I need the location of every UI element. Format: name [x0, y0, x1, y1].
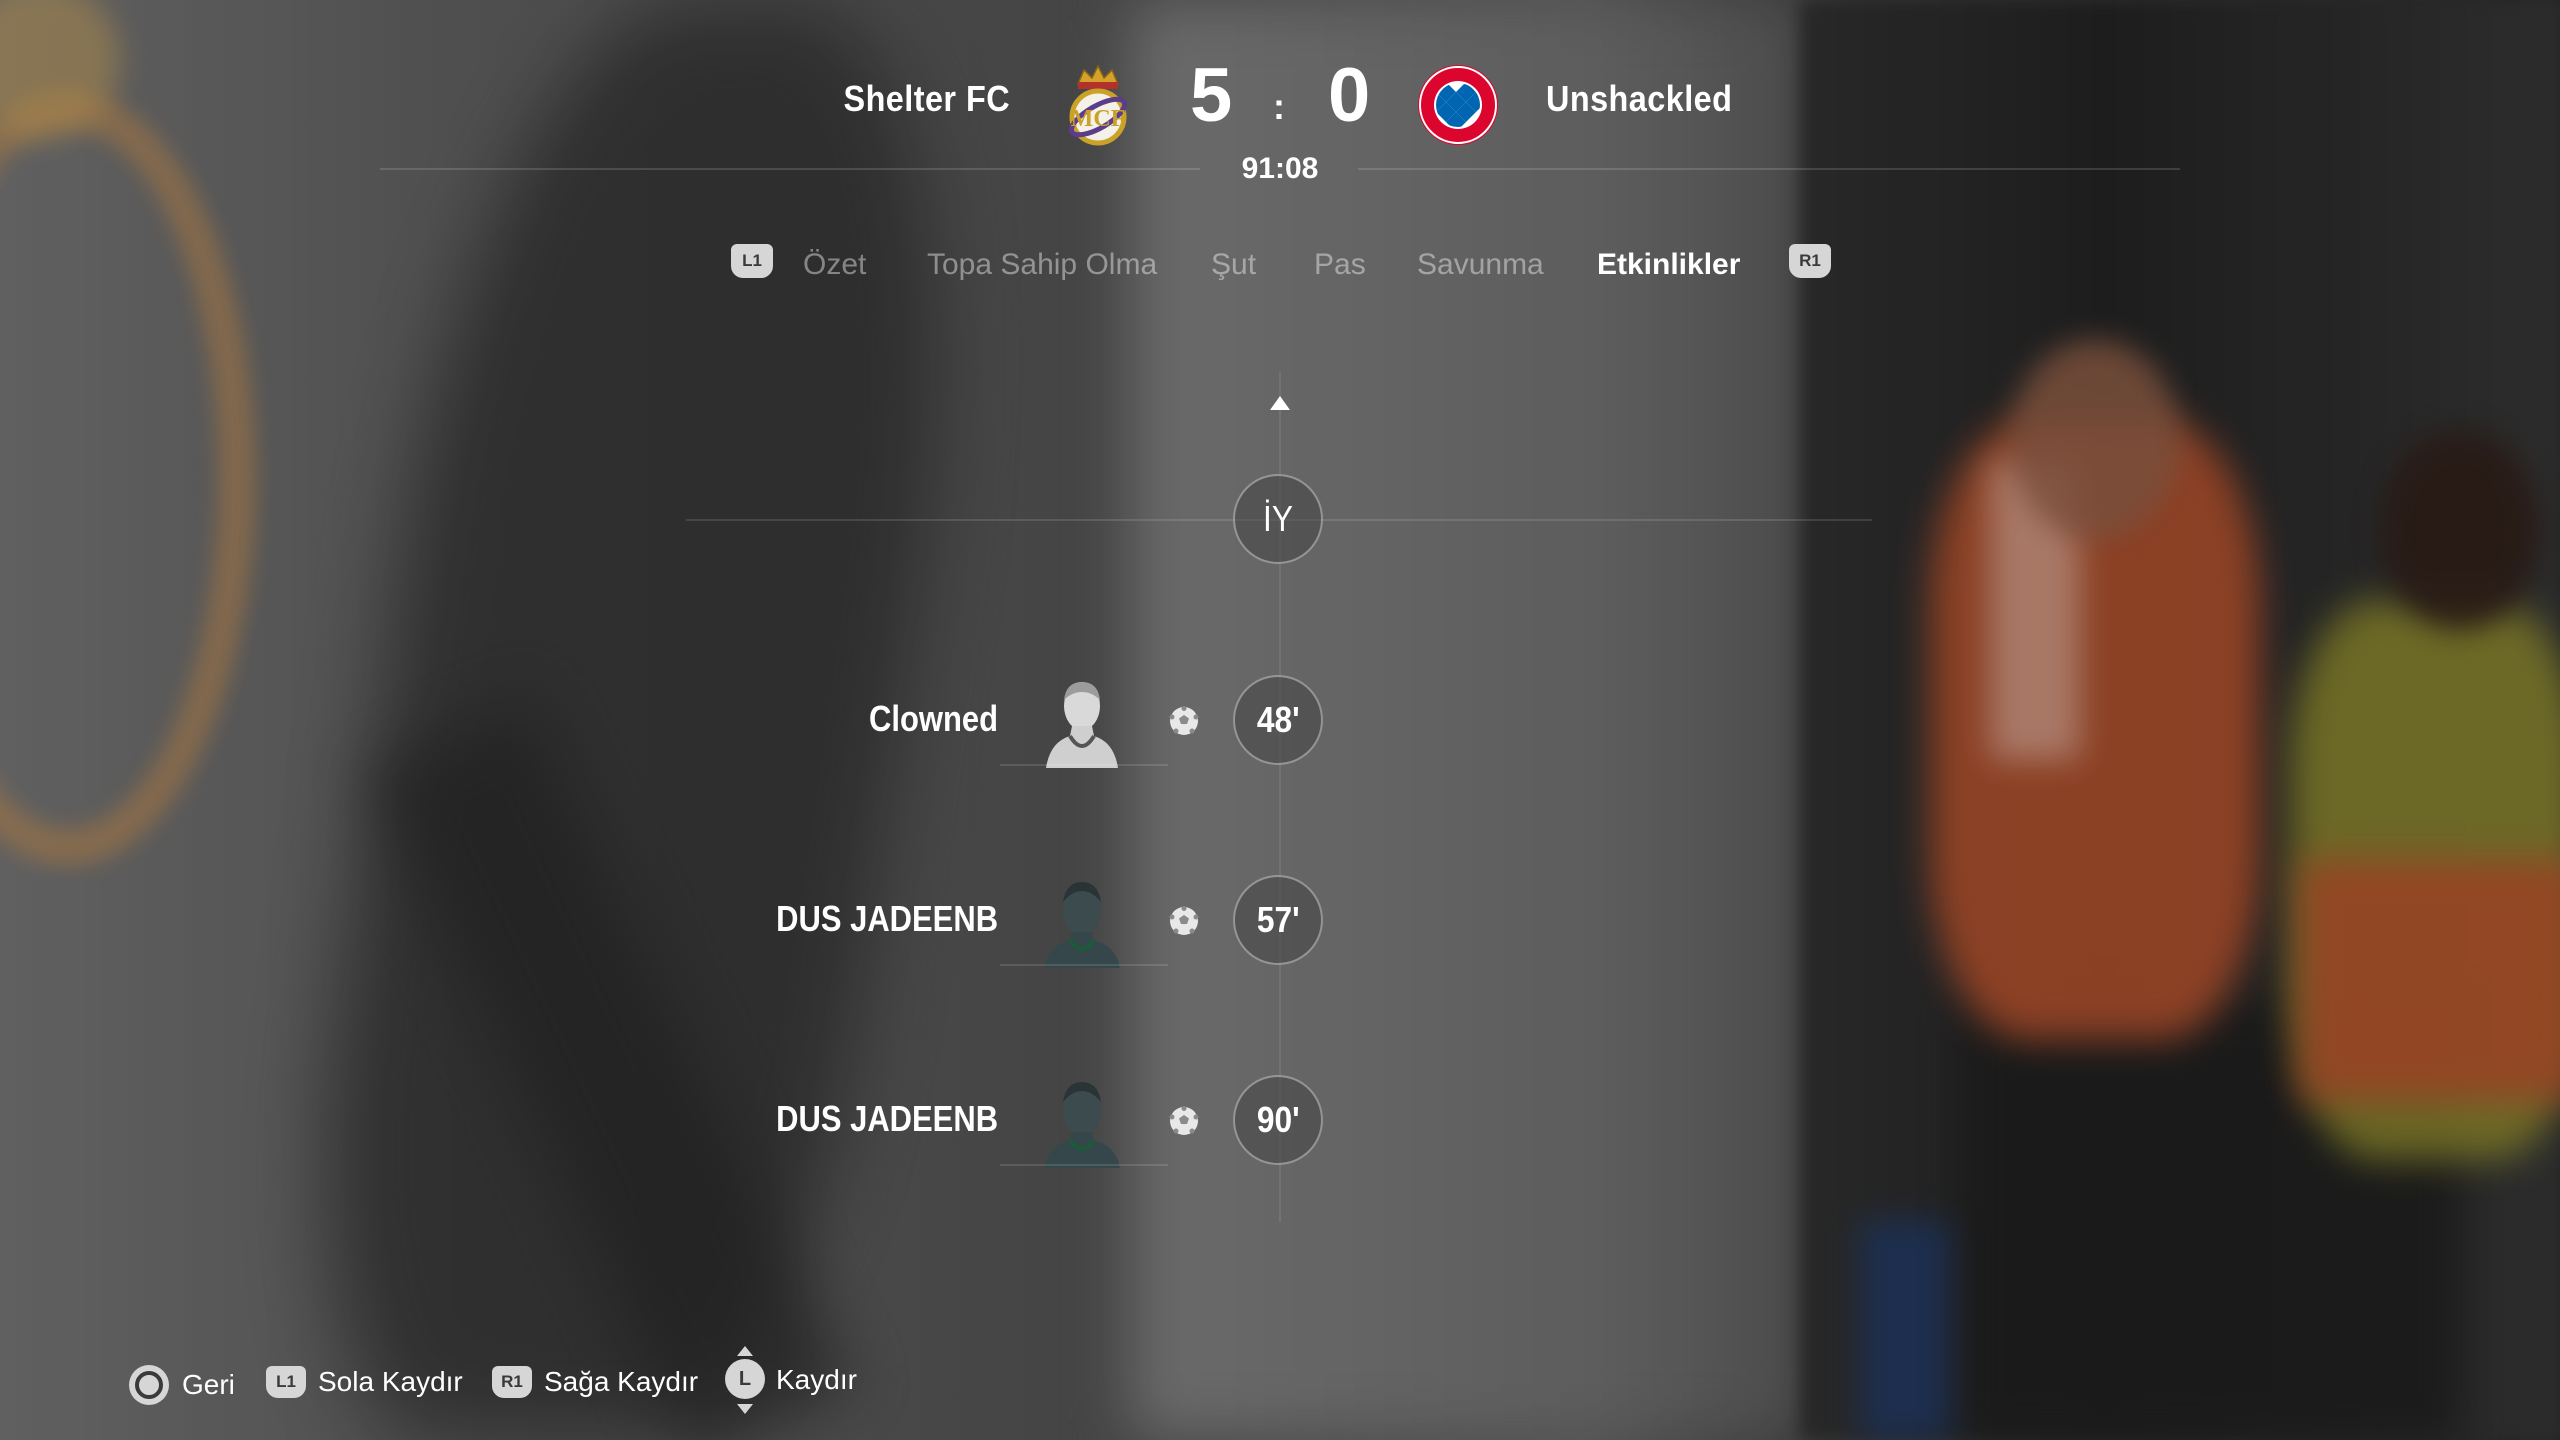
avatar-underline: [1000, 764, 1168, 766]
hint-scroll-right[interactable]: R1 Sağa Kaydır: [492, 1366, 698, 1398]
player-silhouette-icon: [1044, 882, 1120, 968]
away-team-name: Unshackled: [1546, 78, 1733, 119]
event-player-name: Clowned: [869, 698, 998, 739]
tab-topa-sahip-olma[interactable]: Topa Sahip Olma: [927, 248, 1157, 282]
half-marker: İY: [1233, 474, 1323, 564]
event-row[interactable]: DUS JADEENB 57': [0, 870, 2560, 970]
tab-sut[interactable]: Şut: [1211, 248, 1256, 282]
event-row[interactable]: Clowned 48': [0, 670, 2560, 770]
player-silhouette-icon: [1046, 682, 1118, 768]
circle-button-icon: [129, 1365, 169, 1405]
real-madrid-crest-icon: MCF: [1068, 64, 1128, 146]
l1-bumper-icon[interactable]: L1: [731, 244, 773, 278]
tab-etkinlikler[interactable]: Etkinlikler: [1597, 248, 1740, 282]
r1-button-icon: R1: [492, 1366, 532, 1398]
event-minute: 48': [1233, 675, 1323, 765]
home-score: 5: [1190, 53, 1233, 138]
stats-tab-bar: L1 Özet Topa Sahip Olma Şut Pas Savunma …: [0, 244, 2560, 288]
score-separator: :: [1273, 86, 1285, 127]
avatar-underline: [1000, 1164, 1168, 1166]
r1-bumper-icon[interactable]: R1: [1789, 244, 1831, 278]
hint-scroll-left[interactable]: L1 Sola Kaydır: [266, 1366, 463, 1398]
tab-pas[interactable]: Pas: [1314, 248, 1366, 282]
goal-ball-icon: [1169, 1106, 1199, 1135]
left-stick-icon: L: [724, 1340, 766, 1420]
controller-hints: Geri L1 Sola Kaydır R1 Sağa Kaydır L Kay…: [0, 1340, 2560, 1420]
player-silhouette-icon: [1044, 1082, 1120, 1168]
event-player-name: DUS JADEENB: [776, 1098, 998, 1139]
goal-ball-icon: [1169, 906, 1199, 935]
hint-label: Sola Kaydır: [318, 1366, 463, 1397]
home-team-name: Shelter FC: [843, 78, 1010, 119]
match-clock: 91:08: [1241, 152, 1319, 185]
avatar-underline: [1000, 964, 1168, 966]
event-player-name: DUS JADEENB: [776, 898, 998, 939]
svg-text:MCF: MCF: [1071, 106, 1126, 132]
event-row[interactable]: DUS JADEENB 90': [0, 1070, 2560, 1170]
hint-label: Sağa Kaydır: [544, 1366, 699, 1397]
event-minute: 57': [1233, 875, 1323, 965]
hint-back[interactable]: Geri: [128, 1364, 235, 1406]
hint-scroll[interactable]: L Kaydır: [724, 1340, 857, 1420]
header-divider-right: [1358, 168, 2180, 170]
hint-label: Geri: [182, 1369, 235, 1400]
event-minute: 90': [1233, 1075, 1323, 1165]
header-divider-left: [380, 168, 1200, 170]
tab-savunma[interactable]: Savunma: [1417, 248, 1544, 282]
tab-ozet[interactable]: Özet: [803, 248, 866, 282]
goal-ball-icon: [1169, 706, 1199, 735]
l1-button-icon: L1: [266, 1366, 306, 1398]
away-score: 0: [1328, 53, 1371, 138]
hint-label: Kaydır: [776, 1364, 857, 1395]
bayern-munchen-crest-icon: [1418, 65, 1498, 145]
